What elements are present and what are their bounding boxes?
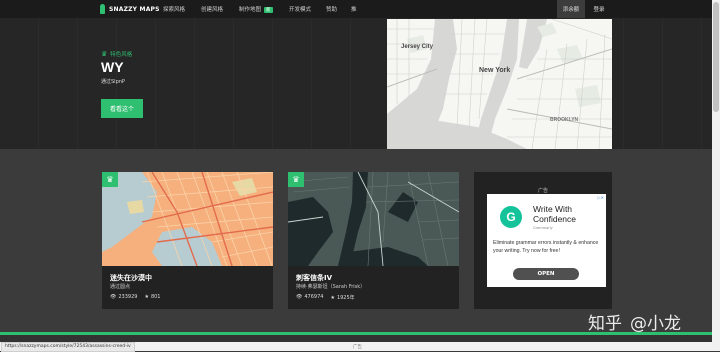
new-badge: 新 (264, 7, 273, 13)
desert-map-graphic (102, 172, 273, 266)
featured-label-text: 特色风格 (110, 52, 133, 58)
scrollbar-thumb[interactable] (713, 2, 719, 112)
star-icon: ★ (330, 295, 335, 301)
star-icon: ★ (144, 294, 149, 300)
page-scrollbar[interactable] (712, 0, 720, 351)
assassins-creed-map-graphic (288, 172, 459, 266)
hero-map-preview[interactable]: Jersey City New York BROOKLYN (387, 19, 612, 149)
below-fold-area (0, 335, 712, 342)
watermark-user: @小龙 (630, 314, 681, 334)
style-card-stats: 👁 233929 ★ 801 (110, 294, 160, 300)
map-label-new-york: New York (479, 67, 511, 74)
views-count: 233929 (118, 294, 138, 300)
eye-icon: 👁 (110, 294, 117, 300)
style-card-map[interactable] (288, 172, 459, 266)
nav-item-more[interactable]: 推 (351, 5, 357, 13)
favorites-count: 801 (150, 294, 161, 300)
style-card[interactable]: ♛ 刺客信条IV 持续·弗瑟斯坦（Sarah Frisk） 👁 476974 ★ 1… (288, 172, 459, 309)
ad-brand: Grammarly (533, 226, 553, 230)
ad-body-text: Eliminate grammar errors instantly & enh… (493, 240, 599, 254)
eye-icon: 👁 (296, 294, 303, 300)
top-nav: SNAZZY MAPS 探索风格 创建风格 制作地图新 开发模式 赞助 推 添余… (0, 0, 712, 18)
style-card[interactable]: ♛ 迷失在沙漠中 通过圆点 👁 233929 ★ 801 (102, 172, 273, 309)
ad-banner[interactable]: ▷✕ G Write With Confidence Grammarly Eli… (487, 194, 606, 287)
ad-headline[interactable]: Write With Confidence (533, 204, 606, 224)
featured-label: ♛ 特色风格 (101, 50, 132, 58)
views-count: 476974 (304, 294, 324, 300)
style-card-map[interactable] (102, 172, 273, 266)
map-label-jersey-city: Jersey City (401, 44, 434, 50)
hero-author[interactable]: 通过SlpnP (101, 78, 125, 85)
nav-item-developer[interactable]: 开发模式 (289, 5, 311, 13)
ad-panel: 广告 ▷✕ G Write With Confidence Grammarly … (474, 172, 612, 309)
add-balance-button[interactable]: 添余额 (557, 0, 585, 18)
brand-name: SNAZZY MAPS (109, 5, 160, 13)
style-card-author[interactable]: 通过圆点 (110, 283, 130, 290)
favorites-stat: ★ 801 (144, 294, 160, 300)
view-style-button[interactable]: 看看这个 (101, 99, 143, 118)
favorites-count: 1925年 (336, 295, 355, 301)
status-ad-label: 广告 (353, 345, 362, 350)
style-card-stats: 👁 476974 ★ 1925年 (296, 294, 355, 301)
brand[interactable]: SNAZZY MAPS (100, 4, 160, 14)
nyc-map-graphic (387, 19, 612, 149)
views-stat: 👁 476974 (296, 294, 323, 301)
ad-label: 广告 (537, 188, 548, 194)
crown-icon: ♛ (101, 50, 108, 58)
featured-crown-icon: ♛ (288, 172, 304, 187)
nav-item-make-map[interactable]: 制作地图新 (239, 5, 273, 13)
style-card-title[interactable]: 迷失在沙漠中 (110, 273, 152, 283)
hero-title: WY (101, 59, 124, 75)
login-button[interactable]: 登录 (586, 0, 612, 18)
style-card-author[interactable]: 持续·弗瑟斯坦（Sarah Frisk） (296, 283, 365, 290)
featured-crown-icon: ♛ (102, 172, 118, 187)
nav-item-sponsor[interactable]: 赞助 (326, 5, 337, 13)
nav-item-make-map-label: 制作地图 (239, 7, 262, 13)
style-card-title[interactable]: 刺客信条IV (296, 273, 332, 283)
grammarly-logo-icon: G (500, 206, 522, 228)
brand-logo-icon (100, 4, 105, 14)
ad-open-button[interactable]: OPEN (513, 268, 579, 280)
zhihu-watermark: 知乎 @小龙 (588, 309, 681, 334)
map-label-brooklyn: BROOKLYN (550, 117, 579, 123)
ad-choices-icon[interactable]: ▷✕ (598, 195, 604, 200)
watermark-site: 知乎 (588, 314, 622, 334)
favorites-stat: ★ 1925年 (330, 294, 354, 301)
views-stat: 👁 233929 (110, 294, 137, 300)
nav-item-create[interactable]: 创建风格 (201, 5, 223, 13)
nav-item-explore[interactable]: 探索风格 (163, 5, 185, 13)
